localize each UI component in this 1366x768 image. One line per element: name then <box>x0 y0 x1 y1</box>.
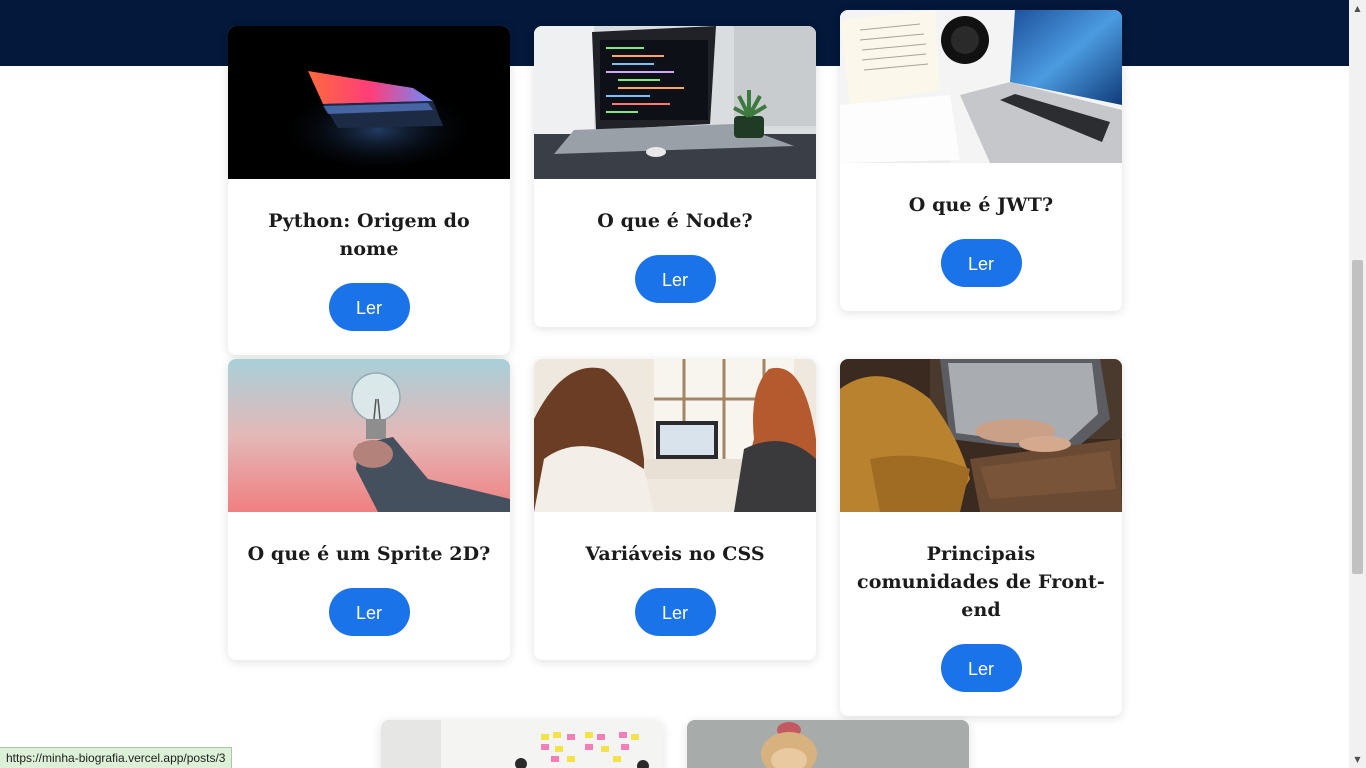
scroll-up-icon[interactable]: ▲ <box>1349 0 1366 17</box>
read-button[interactable]: Ler <box>328 588 410 636</box>
post-card <box>687 720 969 768</box>
post-title: Variáveis no CSS <box>585 543 765 565</box>
post-title: O que é JWT? <box>908 194 1054 216</box>
women-laptop-thumbnail[interactable] <box>534 359 816 512</box>
page: Python: Origem do nome Ler O que é Node?… <box>0 0 1366 768</box>
read-button[interactable]: Ler <box>634 255 716 303</box>
post-title: Principais comunidades de Front-end <box>857 543 1105 621</box>
post-card: Variáveis no CSS Ler <box>534 359 816 660</box>
post-card: Python: Origem do nome Ler <box>228 26 510 355</box>
read-button[interactable]: Ler <box>328 283 410 331</box>
post-title: Python: Origem do nome <box>268 210 470 260</box>
laptop-code-thumbnail[interactable] <box>534 26 816 179</box>
link-status-bar: https://minha-biografia.vercel.app/posts… <box>0 747 233 768</box>
woman-portrait-thumbnail[interactable] <box>687 720 969 768</box>
read-button[interactable]: Ler <box>940 239 1022 287</box>
post-card: O que é um Sprite 2D? Ler <box>228 359 510 660</box>
scrollbar-thumb[interactable] <box>1352 260 1363 574</box>
post-card: O que é JWT? Ler <box>840 10 1122 311</box>
post-card <box>381 720 663 768</box>
page-scrollbar[interactable]: ▲ ▼ <box>1349 0 1366 768</box>
scroll-down-icon[interactable]: ▼ <box>1349 751 1366 768</box>
post-title: O que é um Sprite 2D? <box>247 543 491 565</box>
post-card: Principais comunidades de Front-end Ler <box>840 359 1122 716</box>
post-title: O que é Node? <box>597 210 753 232</box>
sticky-notes-thumbnail[interactable] <box>381 720 663 768</box>
laptop-desk-thumbnail[interactable] <box>840 10 1122 163</box>
typing-laptop-thumbnail[interactable] <box>840 359 1122 512</box>
post-card: O que é Node? Ler <box>534 26 816 327</box>
lightbulb-thumbnail[interactable] <box>228 359 510 512</box>
laptop-dark-thumbnail[interactable] <box>228 26 510 179</box>
read-button[interactable]: Ler <box>634 588 716 636</box>
read-button[interactable]: Ler <box>940 644 1022 692</box>
